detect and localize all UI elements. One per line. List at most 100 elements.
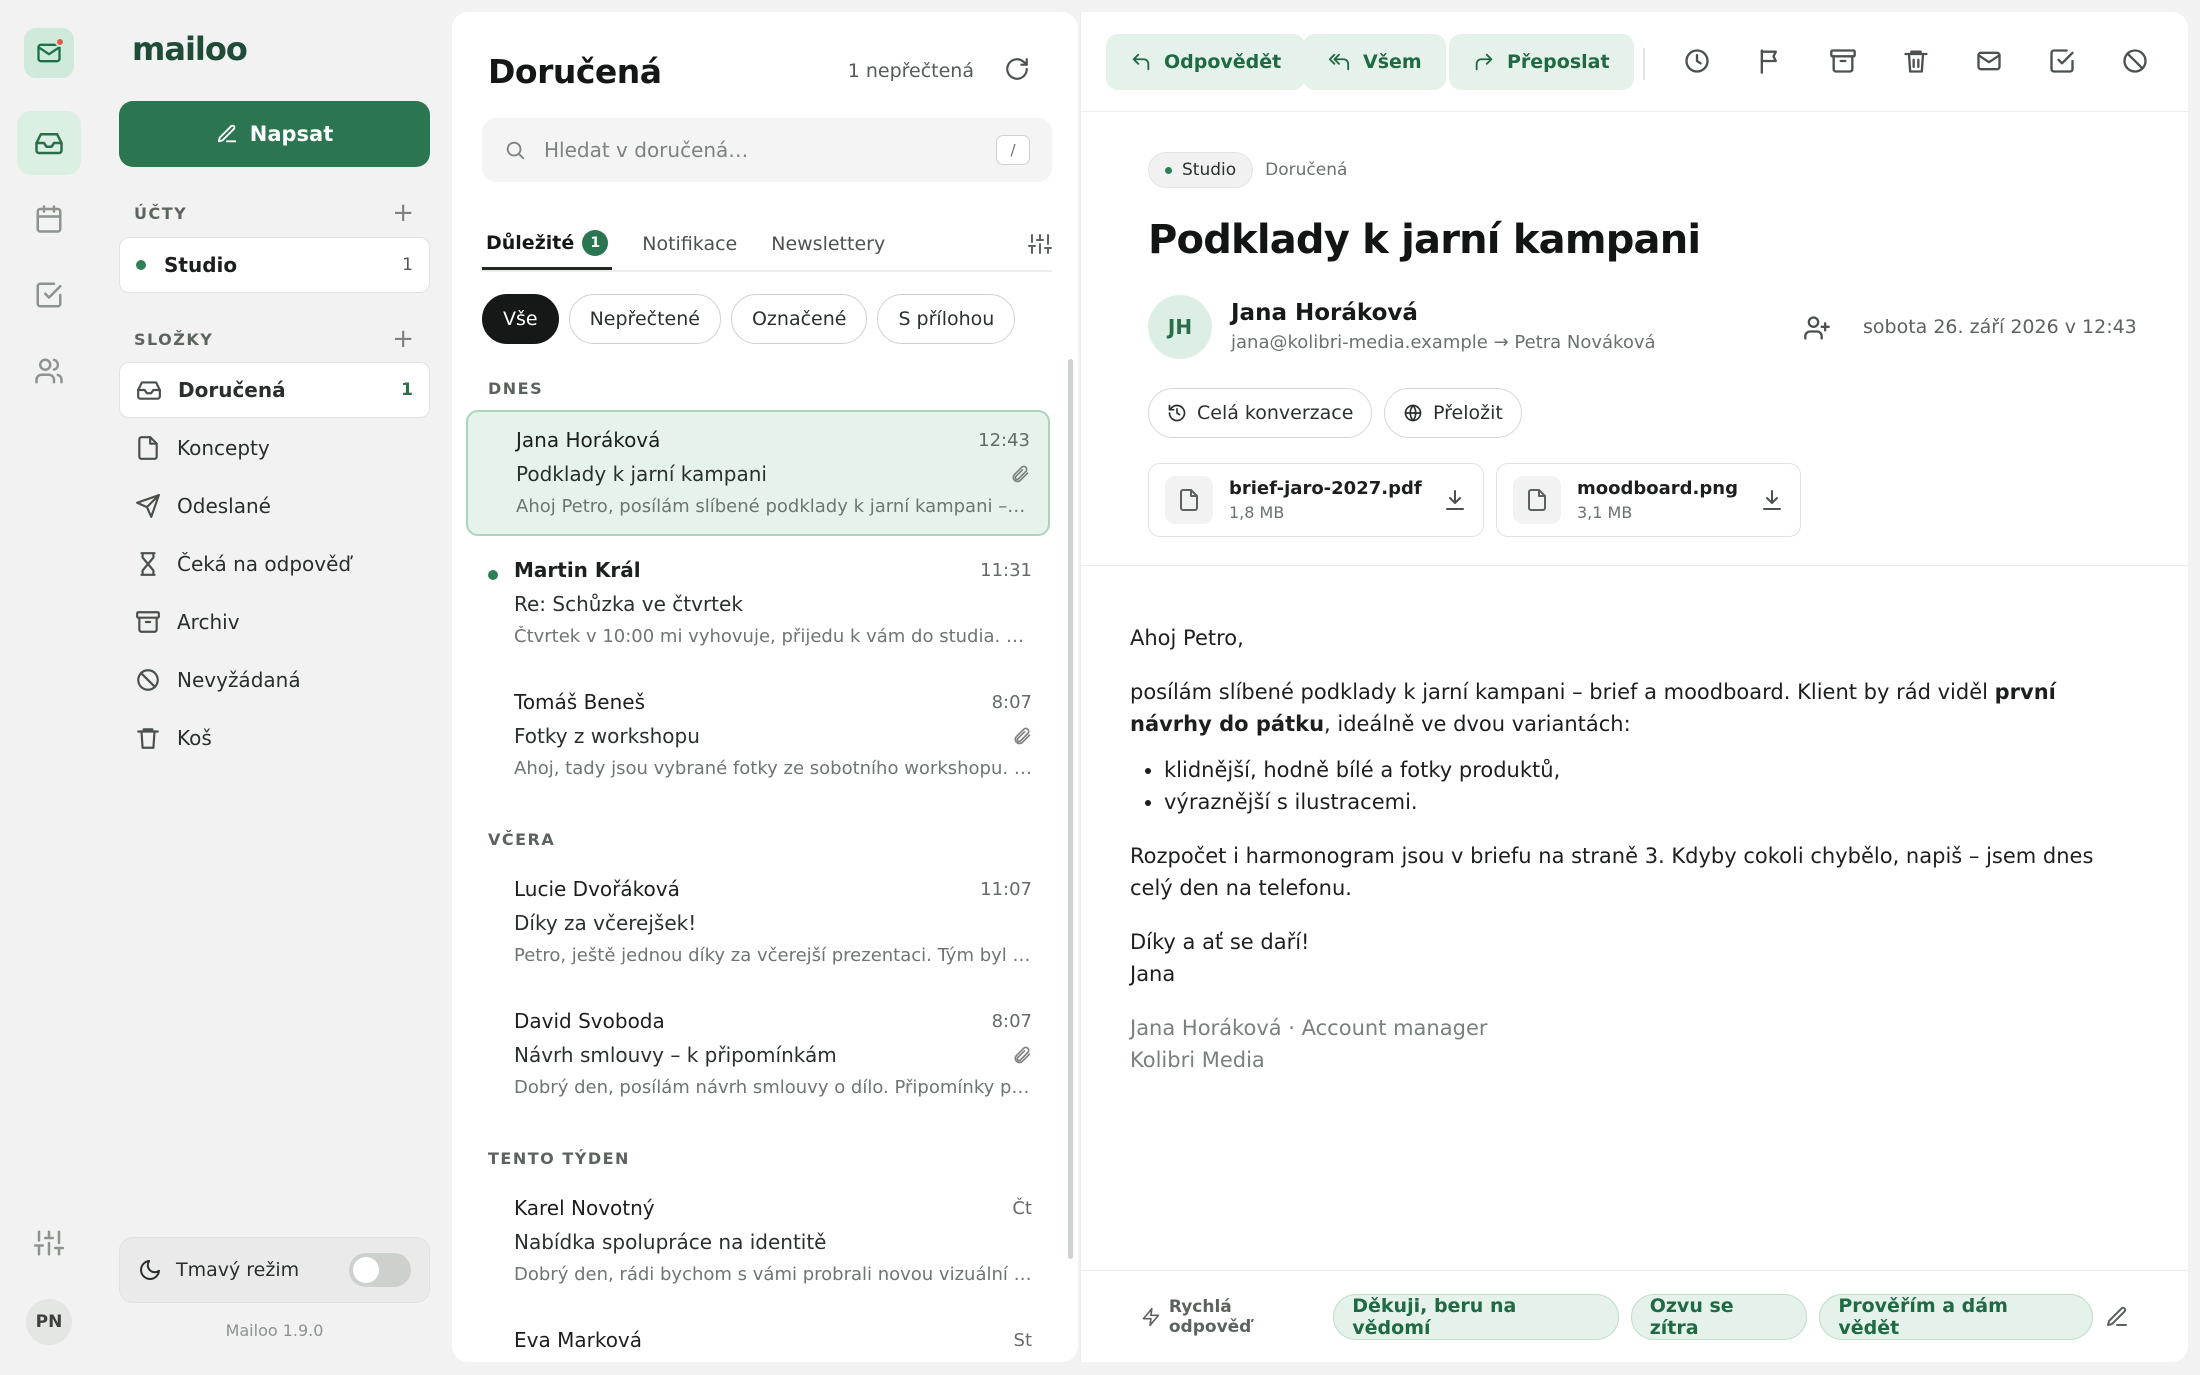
flag-button[interactable] bbox=[1756, 47, 1784, 75]
message-item[interactable]: Martin Král 11:31 Re: Schůzka ve čtvrtek … bbox=[466, 542, 1050, 668]
message-list-panel: Doručená 1 nepřečtená Hledat v doručená…… bbox=[452, 12, 1078, 1362]
folder-drafts[interactable]: Koncepty bbox=[119, 420, 430, 476]
message-from: Lucie Dvořáková bbox=[514, 877, 680, 901]
reply-icon bbox=[1132, 53, 1150, 71]
add-task-button[interactable] bbox=[2048, 47, 2076, 75]
paperclip-icon bbox=[1014, 727, 1031, 745]
add-folder-icon[interactable]: + bbox=[392, 326, 414, 352]
quick-reply-label-text: Rychlá odpověď bbox=[1168, 1296, 1252, 1337]
search-input[interactable]: Hledat v doručená… / bbox=[482, 118, 1052, 182]
refresh-icon bbox=[1006, 58, 1028, 80]
dark-mode-toggle[interactable] bbox=[349, 1253, 411, 1287]
message-item[interactable]: Jana Horáková 12:43 Podklady k jarní kamp… bbox=[466, 410, 1050, 536]
tab-important[interactable]: Důležité 1 bbox=[482, 218, 613, 270]
account-count: 1 bbox=[402, 255, 413, 275]
user-avatar[interactable]: PN bbox=[26, 1299, 72, 1345]
tab-label: Notifikace bbox=[642, 233, 738, 255]
rail-tasks-button[interactable] bbox=[17, 263, 81, 327]
rail-settings-button[interactable] bbox=[17, 1211, 81, 1275]
message-subject: Díky za včerejšek! bbox=[514, 911, 697, 935]
sender-name[interactable]: Jana Horáková bbox=[1231, 300, 1418, 326]
folder-count: 1 bbox=[401, 380, 413, 400]
folder-inbox[interactable]: Doručená 1 bbox=[119, 362, 430, 418]
account-tag[interactable]: Studio bbox=[1148, 152, 1254, 188]
paperclip-icon bbox=[1014, 1046, 1031, 1064]
filter-with-attachment[interactable]: S přílohou bbox=[877, 294, 1016, 344]
delete-button[interactable] bbox=[1902, 47, 1930, 75]
folder-awaiting-reply[interactable]: Čeká na odpověď bbox=[119, 536, 430, 592]
breadcrumb-folder[interactable]: Doručená bbox=[1265, 160, 1347, 180]
app-version: Mailoo 1.9.0 bbox=[225, 1321, 324, 1340]
folder-sent[interactable]: Odeslané bbox=[119, 478, 430, 534]
snooze-button[interactable] bbox=[1683, 47, 1711, 75]
tab-newsletters[interactable]: Newslettery bbox=[767, 218, 889, 270]
download-button[interactable] bbox=[1443, 488, 1467, 512]
moon-icon bbox=[140, 1260, 160, 1280]
message-item[interactable]: Eva Marková St bbox=[466, 1312, 1050, 1362]
full-conversation-button[interactable]: Celá konverzace bbox=[1148, 388, 1373, 438]
mark-unread-button[interactable] bbox=[1975, 47, 2003, 75]
message-item[interactable]: Karel Novotný Čt Nabídka spolupráce na id… bbox=[466, 1180, 1050, 1306]
message-breadcrumb: Studio Doručená bbox=[1148, 152, 1347, 188]
message-time: St bbox=[1013, 1329, 1032, 1351]
message-from: David Svoboda bbox=[514, 1009, 665, 1033]
attachment-size: 3,1 MB bbox=[1577, 503, 1633, 522]
reply-button[interactable]: Odpovědět bbox=[1106, 34, 1306, 90]
filter-chips: Vše Nepřečtené Označené S přílohou bbox=[482, 294, 1016, 344]
message-item[interactable]: Lucie Dvořáková 11:07 Díky za včerejšek! … bbox=[466, 861, 1050, 987]
message-time: 11:31 bbox=[980, 559, 1032, 581]
clock-icon bbox=[1685, 49, 1709, 73]
message-subject-title: Podklady k jarní kampani bbox=[1148, 217, 1701, 263]
message-time: 8:07 bbox=[991, 691, 1032, 713]
quick-reply-chip[interactable]: Děkuji, beru na vědomí bbox=[1333, 1293, 1619, 1340]
trash-icon bbox=[1904, 50, 1928, 73]
attachment-item[interactable]: moodboard.png 3,1 MB bbox=[1496, 463, 1801, 537]
folder-label: Nevyžádaná bbox=[177, 668, 301, 692]
attachment-item[interactable]: brief-jaro-2027.pdf 1,8 MB bbox=[1148, 463, 1484, 537]
list-filter-settings-button[interactable] bbox=[1028, 232, 1052, 256]
rail-calendar-button[interactable] bbox=[17, 187, 81, 251]
refresh-button[interactable] bbox=[1004, 56, 1030, 82]
message-item[interactable]: David Svoboda 8:07 Návrh smlouvy – k přip… bbox=[466, 993, 1050, 1119]
filter-unread[interactable]: Nepřečtené bbox=[568, 294, 721, 344]
quick-reply-chip[interactable]: Prověřím a dám vědět bbox=[1819, 1293, 2093, 1340]
folders-header-label: SLOŽKY bbox=[134, 329, 214, 349]
checkbox-icon bbox=[36, 282, 62, 308]
pencil-icon bbox=[2107, 1306, 2127, 1326]
account-studio[interactable]: Studio 1 bbox=[119, 237, 430, 293]
filter-flagged[interactable]: Označené bbox=[730, 294, 868, 344]
message-date: sobota 26. září 2026 v 12:43 bbox=[1863, 316, 2137, 338]
forward-button[interactable]: Přeposlat bbox=[1449, 34, 1634, 90]
archive-button[interactable] bbox=[1829, 47, 1857, 75]
list-scrollbar[interactable] bbox=[1068, 359, 1073, 1259]
folder-label: Archiv bbox=[177, 610, 240, 634]
message-item[interactable]: Tomáš Beneš 8:07 Fotky z workshopu Ahoj, … bbox=[466, 674, 1050, 800]
tab-notifications[interactable]: Notifikace bbox=[638, 218, 741, 270]
message-from: Eva Marková bbox=[514, 1328, 643, 1352]
accounts-header: ÚČTY + bbox=[134, 200, 414, 226]
quick-reply-label: Rychlá odpověď bbox=[1141, 1297, 1319, 1337]
filter-all[interactable]: Vše bbox=[482, 294, 559, 344]
folder-trash[interactable]: Koš bbox=[119, 710, 430, 766]
forward-icon bbox=[1475, 53, 1493, 71]
app-logo-icon[interactable] bbox=[24, 28, 74, 78]
quick-reply-chip[interactable]: Ozvu se zítra bbox=[1630, 1293, 1808, 1340]
reply-all-button[interactable]: Všem bbox=[1303, 34, 1446, 90]
folder-archive[interactable]: Archiv bbox=[119, 594, 430, 650]
edit-quick-replies-button[interactable] bbox=[2105, 1305, 2129, 1329]
message-from: Martin Král bbox=[514, 558, 641, 582]
rail-contacts-button[interactable] bbox=[17, 339, 81, 403]
list-tabs: Důležité 1 Notifikace Newslettery bbox=[482, 218, 1052, 272]
compose-button[interactable]: Napsat bbox=[119, 101, 430, 167]
block-sender-button[interactable] bbox=[2121, 47, 2149, 75]
message-preview: Dobrý den, posílám návrh smlouvy o dílo.… bbox=[514, 1077, 1032, 1098]
folder-spam[interactable]: Nevyžádaná bbox=[119, 652, 430, 708]
attachment-name: moodboard.png bbox=[1577, 478, 1738, 499]
add-account-icon[interactable]: + bbox=[392, 200, 414, 226]
translate-button[interactable]: Přeložit bbox=[1384, 388, 1522, 438]
download-button[interactable] bbox=[1760, 488, 1784, 512]
add-contact-button[interactable] bbox=[1803, 314, 1831, 342]
rail-mail-button[interactable] bbox=[17, 111, 81, 175]
message-time: 8:07 bbox=[991, 1010, 1032, 1032]
group-this-week: TENTO TÝDEN bbox=[488, 1149, 630, 1168]
